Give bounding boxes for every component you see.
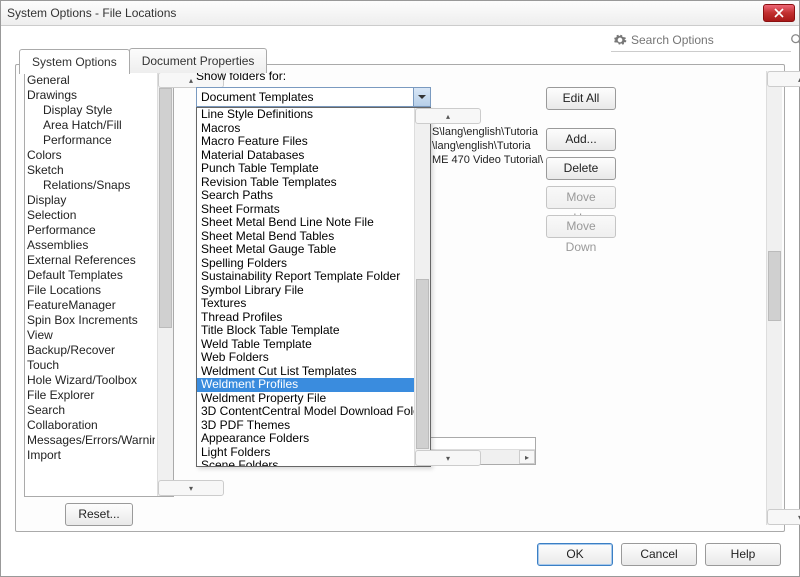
category-item[interactable]: External References [27,253,155,268]
cancel-button[interactable]: Cancel [621,543,697,566]
dropdown-option[interactable]: Symbol Library File [197,284,414,298]
add-button[interactable]: Add... [546,128,616,151]
dropdown-option[interactable]: Weldment Cut List Templates [197,365,414,379]
delete-button[interactable]: Delete [546,157,616,180]
scroll-down-icon[interactable]: ▾ [158,480,224,496]
show-folders-combo[interactable]: Document Templates [196,87,431,107]
dropdown-option[interactable]: Macro Feature Files [197,135,414,149]
move-up-button[interactable]: Move Up [546,186,616,209]
category-item[interactable]: Colors [27,148,155,163]
dropdown-option[interactable]: Revision Table Templates [197,176,414,190]
scroll-thumb[interactable] [416,279,429,449]
scroll-thumb[interactable] [159,88,172,328]
folder-path-visible-text: S\lang\english\Tutoria \lang\english\Tut… [432,125,543,167]
scroll-down-icon[interactable]: ▾ [415,450,481,466]
category-item[interactable]: Area Hatch/Fill [27,118,155,133]
dropdown-option[interactable]: Punch Table Template [197,162,414,176]
dropdown-option[interactable]: Weldment Profiles [197,378,414,392]
category-item[interactable]: Performance [27,133,155,148]
dropdown-option[interactable]: Spelling Folders [197,257,414,271]
window-title: System Options - File Locations [7,6,176,20]
dialog-buttons: OK Cancel Help [537,543,781,566]
category-item[interactable]: General [27,73,155,88]
reset-wrap: Reset... [24,503,174,526]
help-button[interactable]: Help [705,543,781,566]
tab-document-properties[interactable]: Document Properties [129,48,268,73]
category-item[interactable]: FeatureManager [27,298,155,313]
dropdown-option[interactable]: Appearance Folders [197,432,414,446]
content-panel: GeneralDrawingsDisplay StyleArea Hatch/F… [15,64,785,532]
ok-button[interactable]: OK [537,543,613,566]
dropdown-option[interactable]: Sheet Formats [197,203,414,217]
category-item[interactable]: Import [27,448,155,463]
gear-icon [613,32,627,48]
category-list[interactable]: GeneralDrawingsDisplay StyleArea Hatch/F… [24,71,174,497]
category-scrollbar[interactable]: ▴ ▾ [157,72,173,496]
scroll-up-icon[interactable]: ▴ [415,108,481,124]
close-icon [774,8,784,18]
edit-all-button[interactable]: Edit All [546,87,616,110]
category-item[interactable]: File Explorer [27,388,155,403]
dropdown-option[interactable]: Weldment Property File [197,392,414,406]
category-item[interactable]: Spin Box Increments [27,313,155,328]
search-icon [790,32,800,48]
dropdown-option[interactable]: Macros [197,122,414,136]
titlebar: System Options - File Locations [1,1,799,26]
category-item[interactable]: Backup/Recover [27,343,155,358]
search-input[interactable] [627,31,790,49]
dropdown-option[interactable]: Web Folders [197,351,414,365]
chevron-down-icon[interactable] [413,88,430,106]
dropdown-option[interactable]: Sheet Metal Gauge Table [197,243,414,257]
reset-button[interactable]: Reset... [65,503,132,526]
dropdown-option[interactable]: Search Paths [197,189,414,203]
dropdown-option[interactable]: Sustainability Report Template Folder [197,270,414,284]
dropdown-option[interactable]: Line Style Definitions [197,108,414,122]
dropdown-option[interactable]: Thread Profiles [197,311,414,325]
dropdown-option[interactable]: 3D PDF Themes [197,419,414,433]
dropdown-scrollbar[interactable]: ▴ ▾ [414,108,430,466]
dropdown-option[interactable]: 3D ContentCentral Model Download Folder [197,405,414,419]
scroll-up-icon[interactable]: ▴ [767,71,800,87]
category-item[interactable]: Search [27,403,155,418]
category-item[interactable]: Performance [27,223,155,238]
category-item[interactable]: Hole Wizard/Toolbox [27,373,155,388]
category-item[interactable]: Relations/Snaps [27,178,155,193]
dropdown-option[interactable]: Scene Folders [197,459,414,466]
dropdown-option[interactable]: Textures [197,297,414,311]
move-down-button[interactable]: Move Down [546,215,616,238]
category-item[interactable]: Drawings [27,88,155,103]
side-buttons: Edit All Add... Delete Move Up Move Down [546,87,616,238]
tab-strip: System Options Document Properties [19,48,799,73]
category-item[interactable]: Display [27,193,155,208]
close-button[interactable] [763,4,795,22]
category-item[interactable]: Selection [27,208,155,223]
category-item[interactable]: Touch [27,358,155,373]
category-item[interactable]: View [27,328,155,343]
panel-scrollbar[interactable]: ▴ ▾ [766,71,782,525]
dropdown-option[interactable]: Weld Table Template [197,338,414,352]
scroll-thumb[interactable] [768,251,781,321]
tab-system-options[interactable]: System Options [19,49,130,74]
combo-value: Document Templates [197,88,413,106]
dropdown-option[interactable]: Material Databases [197,149,414,163]
dropdown-option[interactable]: Sheet Metal Bend Tables [197,230,414,244]
dropdown-option[interactable]: Light Folders [197,446,414,460]
dropdown-option[interactable]: Title Block Table Template [197,324,414,338]
category-item[interactable]: File Locations [27,283,155,298]
category-item[interactable]: Collaboration [27,418,155,433]
category-item[interactable]: Assemblies [27,238,155,253]
show-folders-dropdown[interactable]: Line Style DefinitionsMacrosMacro Featur… [196,107,431,467]
dropdown-option[interactable]: Sheet Metal Bend Line Note File [197,216,414,230]
scroll-down-icon[interactable]: ▾ [767,509,800,525]
category-item[interactable]: Sketch [27,163,155,178]
category-item[interactable]: Messages/Errors/Warnings [27,433,155,448]
category-item[interactable]: Display Style [27,103,155,118]
scroll-right-icon[interactable]: ▸ [519,450,535,464]
category-item[interactable]: Default Templates [27,268,155,283]
